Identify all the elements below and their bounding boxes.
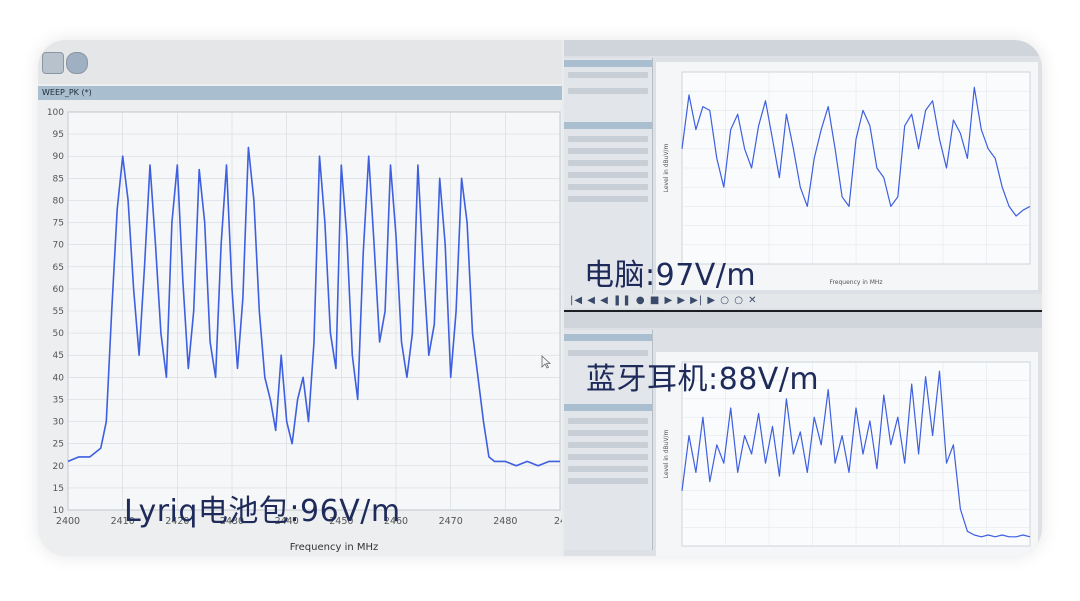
y-tick-label: 70 [53, 241, 65, 251]
sidepanel-item[interactable] [568, 172, 648, 178]
y-tick-label: 85 [53, 174, 64, 184]
caption-bt-headphones: 蓝牙耳机:88V/m [586, 362, 820, 397]
y-tick-label: 40 [53, 373, 65, 383]
y-tick-label: 10 [53, 506, 65, 516]
x-tick-label: 2480 [493, 516, 517, 527]
sidepanel-item[interactable] [568, 184, 648, 190]
y-axis-label: Level in dBuV/m [663, 429, 670, 478]
right-top-toolbar [564, 40, 1042, 56]
screenshot-frame: WEEP_PK (*) 100 95 90 85 80 75 70 65 60 55 50 45 40 3… [38, 40, 1042, 556]
mouse-pointer-icon [541, 355, 551, 369]
y-tick-label: 75 [53, 219, 64, 229]
right-bottom-toolbar [564, 312, 1042, 328]
sidepanel-item[interactable] [568, 454, 648, 460]
y-tick-label: 65 [53, 263, 64, 273]
y-tick-label: 60 [53, 285, 65, 295]
sidepanel-item[interactable] [568, 442, 648, 448]
caption-lyriq: Lyriq电池包:96V/m [124, 494, 401, 529]
sidepanel-item[interactable] [568, 196, 648, 202]
x-tick-label: 2470 [439, 516, 463, 527]
y-tick-label: 45 [53, 351, 64, 361]
sidepanel-item[interactable] [568, 72, 648, 78]
y-tick-label: 30 [53, 418, 65, 428]
y-tick-label: 50 [53, 329, 65, 339]
sidepanel-item[interactable] [568, 148, 648, 154]
sidepanel-item[interactable] [568, 466, 648, 472]
window-title: WEEP_PK (*) [42, 88, 92, 97]
window-titlebar: WEEP_PK (*) [38, 86, 562, 100]
y-tick-label: 90 [53, 152, 65, 162]
x-axis-label: Frequency in MHz [290, 542, 379, 553]
left-spectrum-window: WEEP_PK (*) 100 95 90 85 80 75 70 65 60 55 50 45 40 3… [38, 40, 562, 556]
y-tick-label: 55 [53, 307, 64, 317]
sidepanel-item[interactable] [568, 478, 648, 484]
toolbar-button-icon[interactable] [42, 52, 64, 74]
y-tick-label: 95 [53, 130, 64, 140]
sidepanel-item[interactable] [568, 88, 648, 94]
settings-dial-icon[interactable] [66, 52, 88, 74]
right-bottom-window: Level in dBuV/m [564, 312, 1042, 556]
y-tick-label: 15 [53, 484, 64, 494]
x-axis-label: Frequency in MHz [829, 279, 882, 286]
y-tick-label: 25 [53, 440, 64, 450]
x-tick-label: 24 [554, 516, 562, 527]
y-axis-label: Level in dBuV/m [663, 143, 670, 192]
playback-controls[interactable]: |◀ ◀ ◀ ❚❚ ● ■ ▶ ▶ ▶| ▶ ○ ○ ✕ [564, 294, 1042, 308]
left-toolbar [38, 40, 562, 84]
sidepanel-item[interactable] [568, 430, 648, 436]
sidepanel-item[interactable] [568, 160, 648, 166]
y-tick-label: 100 [47, 108, 64, 118]
x-tick-label: 2400 [56, 516, 80, 527]
y-tick-label: 80 [53, 196, 65, 206]
caption-computer: 电脑:97V/m [584, 258, 757, 293]
y-tick-label: 20 [53, 462, 65, 472]
sidepanel-item[interactable] [568, 136, 648, 142]
sidepanel-item[interactable] [568, 418, 648, 424]
y-tick-label: 35 [53, 395, 64, 405]
